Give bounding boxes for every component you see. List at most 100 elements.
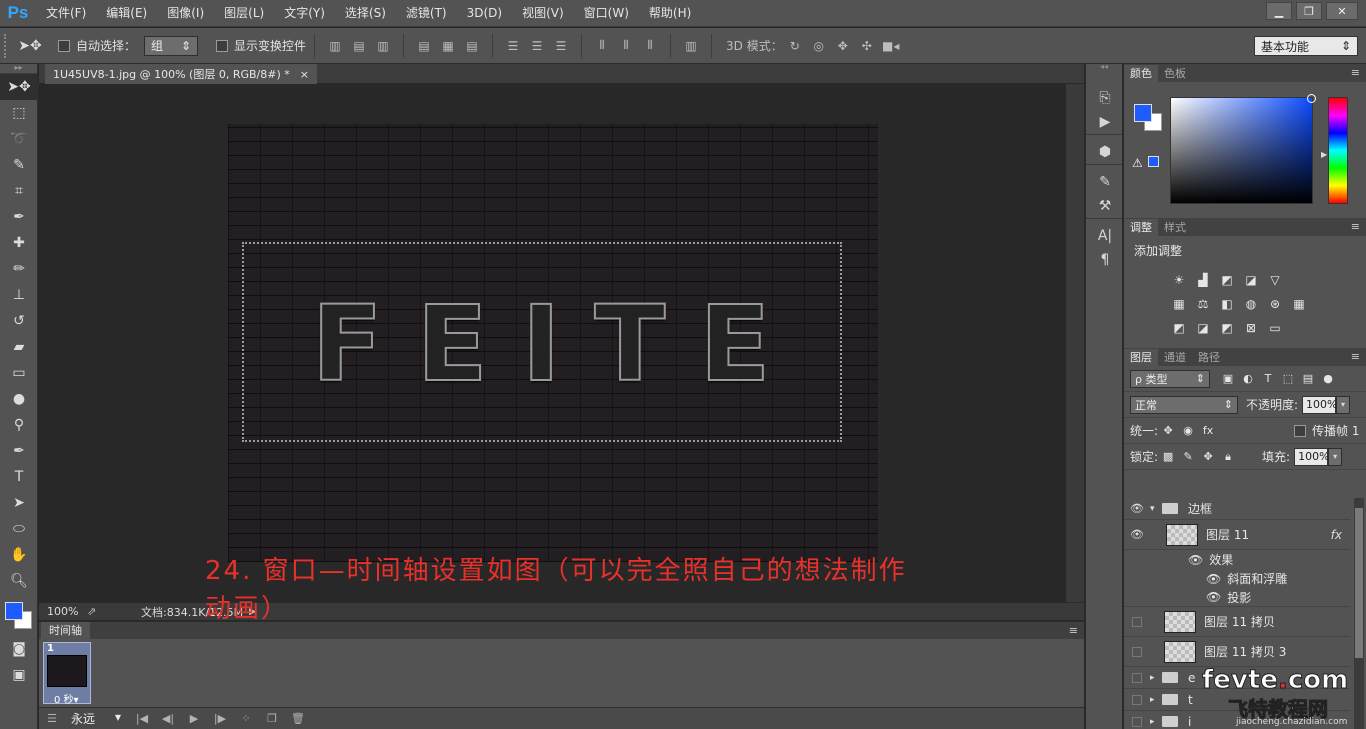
lock-transparent-icon[interactable]: ▩ — [1158, 450, 1178, 463]
filter-shape-icon[interactable]: ⬚ — [1278, 372, 1298, 385]
tab-layers[interactable]: 图层 — [1124, 349, 1158, 366]
slide-3d-icon[interactable]: ✣ — [858, 37, 876, 55]
auto-select-dropdown[interactable]: 组 ⇕ — [144, 35, 199, 56]
unify-visibility-icon[interactable]: ◉ — [1178, 424, 1198, 437]
tween-icon[interactable]: ⁘ — [233, 712, 259, 725]
roll-3d-icon[interactable]: ◎ — [810, 37, 828, 55]
dodge-tool-icon[interactable]: ⚲ — [0, 412, 38, 438]
black-white-icon[interactable]: ◧ — [1218, 295, 1236, 313]
web-safe-swatch[interactable] — [1148, 156, 1159, 167]
toolbar-grip[interactable]: ▸▸ — [0, 64, 37, 74]
foreground-color-swatch[interactable] — [5, 602, 23, 620]
auto-align-icon[interactable]: ▥ — [682, 37, 700, 55]
play-icon[interactable]: ▶ — [181, 712, 207, 725]
menu-layer[interactable]: 图层(L) — [214, 0, 274, 27]
posterize-icon[interactable]: ◪ — [1194, 319, 1212, 337]
align-right-icon[interactable]: ▤ — [463, 37, 481, 55]
visibility-off-box[interactable] — [1132, 646, 1142, 657]
gradient-tool-icon[interactable]: ▭ — [0, 360, 38, 386]
crop-tool-icon[interactable]: ⌗ — [0, 178, 38, 204]
filter-pixel-icon[interactable]: ▣ — [1218, 372, 1238, 385]
layer-row[interactable]: 图层 11 拷贝 — [1124, 607, 1350, 637]
rotate-3d-icon[interactable]: ↻ — [786, 37, 804, 55]
animation-frame[interactable]: 1 0 秒▾ — [43, 642, 91, 706]
menu-select[interactable]: 选择(S) — [335, 0, 396, 27]
panel-menu-icon[interactable]: ≡ — [1069, 622, 1078, 640]
hue-slider[interactable] — [1328, 97, 1348, 204]
menu-view[interactable]: 视图(V) — [512, 0, 574, 27]
color-picker-cursor[interactable] — [1307, 94, 1316, 103]
tab-channels[interactable]: 通道 — [1158, 349, 1192, 366]
brush-tool-icon[interactable]: ✏ — [0, 256, 38, 282]
hue-saturation-icon[interactable]: ▦ — [1170, 295, 1188, 313]
paragraph-panel-icon[interactable]: ¶ — [1086, 248, 1124, 272]
minimize-button[interactable]: ▁ — [1266, 2, 1292, 20]
chevron-down-icon[interactable]: ▾ — [1150, 504, 1162, 514]
align-bottom-icon[interactable]: ▥ — [374, 37, 392, 55]
hand-tool-icon[interactable]: ✋ — [0, 542, 38, 568]
close-button[interactable]: ✕ — [1326, 2, 1358, 20]
dock-grip[interactable]: ◂◂ — [1086, 63, 1122, 72]
zoom-level[interactable]: 100% — [39, 605, 79, 618]
layers-scrollbar-thumb[interactable] — [1355, 508, 1363, 658]
actions-play-icon[interactable]: ▶ — [1086, 110, 1124, 134]
align-top-icon[interactable]: ▥ — [326, 37, 344, 55]
loop-dropdown[interactable]: 永远 ▾ — [65, 710, 121, 727]
layer-row[interactable]: 👁︎ 图层 11 fx — [1124, 520, 1350, 550]
healing-brush-tool-icon[interactable]: ✚ — [0, 230, 38, 256]
filter-type-icon[interactable]: T — [1258, 372, 1278, 385]
effect-row[interactable]: 👁︎ 投影 — [1124, 588, 1350, 607]
visibility-off-box[interactable] — [1132, 616, 1142, 627]
next-frame-icon[interactable]: |▶ — [207, 712, 233, 725]
show-transform-checkbox[interactable]: 显示变换控件 — [216, 37, 306, 54]
filter-adjustment-icon[interactable]: ◐ — [1238, 372, 1258, 385]
menu-help[interactable]: 帮助(H) — [639, 0, 701, 27]
document-canvas[interactable]: FEITE — [228, 124, 878, 562]
eraser-tool-icon[interactable]: ▰ — [0, 334, 38, 360]
timeline-tab[interactable]: 时间轴 — [41, 622, 90, 640]
menu-3d[interactable]: 3D(D) — [457, 0, 512, 27]
effect-visibility-icon[interactable]: 👁︎ — [1206, 590, 1221, 604]
visibility-off-box[interactable] — [1132, 694, 1142, 705]
blur-tool-icon[interactable]: ● — [0, 386, 38, 412]
marquee-tool-icon[interactable]: ⬚ — [0, 100, 38, 126]
menu-edit[interactable]: 编辑(E) — [96, 0, 157, 27]
effect-visibility-icon[interactable]: 👁︎ — [1188, 553, 1203, 567]
move-tool-icon[interactable]: ➤✥ — [0, 74, 38, 100]
effects-row[interactable]: 👁︎ 效果 — [1124, 550, 1350, 569]
drag-3d-icon[interactable]: ✥ — [834, 37, 852, 55]
color-picker-field[interactable] — [1170, 94, 1316, 204]
distribute-hcenter-icon[interactable]: ⦀ — [617, 37, 635, 55]
invert-icon[interactable]: ◩ — [1170, 319, 1188, 337]
panel-menu-icon[interactable]: ≡ — [1351, 350, 1360, 363]
unify-style-icon[interactable]: fx — [1198, 424, 1218, 437]
workspace-dropdown[interactable]: 基本功能 ⇕ — [1254, 36, 1358, 56]
quick-select-tool-icon[interactable]: ✎ — [0, 152, 38, 178]
chevron-right-icon[interactable]: ▸ — [1150, 695, 1162, 705]
scale-3d-icon[interactable]: ■◂ — [882, 37, 900, 55]
type-tool-icon[interactable]: T — [0, 464, 38, 490]
fx-icon[interactable]: fx — [1331, 528, 1342, 542]
distribute-left-icon[interactable]: ⦀ — [593, 37, 611, 55]
distribute-right-icon[interactable]: ⦀ — [641, 37, 659, 55]
ellipse-tool-icon[interactable]: ⬭ — [0, 516, 38, 542]
screen-mode-icon[interactable]: ▣ — [0, 662, 38, 688]
layer-row[interactable]: 图层 11 拷贝 3 — [1124, 637, 1350, 667]
tab-styles[interactable]: 样式 — [1158, 219, 1192, 236]
gamut-warning-icon[interactable]: ⚠ — [1132, 156, 1143, 170]
visibility-off-box[interactable] — [1132, 672, 1142, 683]
lasso-tool-icon[interactable]: ➰ — [0, 126, 38, 152]
distribute-vcenter-icon[interactable]: ☰ — [528, 37, 546, 55]
curves-icon[interactable]: ◩ — [1218, 271, 1236, 289]
chevron-right-icon[interactable]: ▸ — [1150, 673, 1162, 683]
menu-file[interactable]: 文件(F) — [36, 0, 96, 27]
tab-color[interactable]: 颜色 — [1124, 65, 1158, 82]
delete-frame-icon[interactable]: 🗑︎ — [285, 712, 311, 725]
color-lookup-icon[interactable]: ▦ — [1290, 295, 1308, 313]
document-tab[interactable]: 1U45UV8-1.jpg @ 100% (图层 0, RGB/8#) * × — [45, 64, 317, 84]
gradient-map-icon[interactable]: ▭ — [1266, 319, 1284, 337]
align-hcenter-icon[interactable]: ▦ — [439, 37, 457, 55]
tab-swatches[interactable]: 色板 — [1158, 65, 1192, 82]
unify-position-icon[interactable]: ✥ — [1158, 424, 1178, 437]
visibility-eye-icon[interactable]: 👁︎ — [1124, 502, 1150, 515]
